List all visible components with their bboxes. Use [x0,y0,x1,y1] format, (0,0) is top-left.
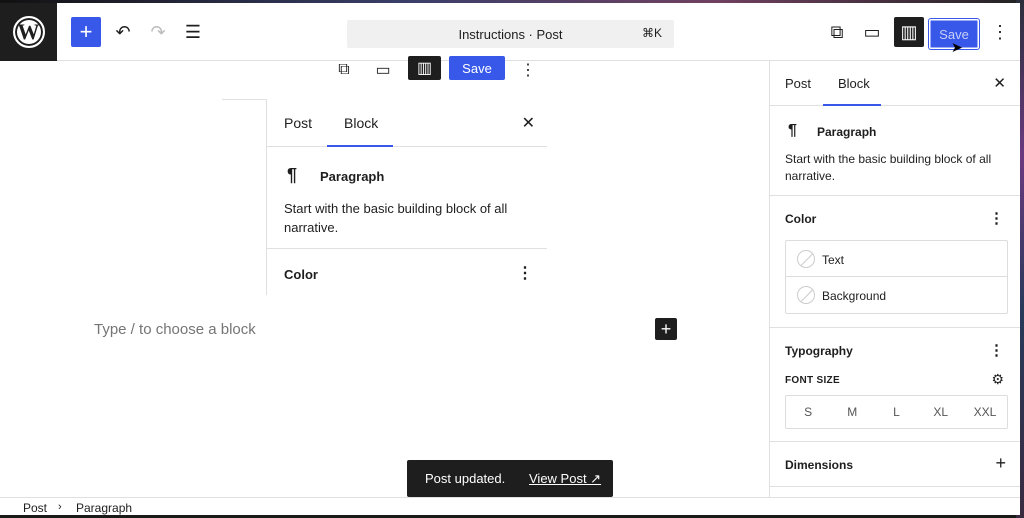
document-overview-button[interactable]: ☰ [178,17,208,47]
editor-window: W + ↶ ↷ ☰ Instructions · Post ⌘K ⧉ ▭ ▥ S… [0,3,1020,515]
settings-toggle-button[interactable]: ▥ [894,17,924,47]
embedded-tabs: Post Block ✕ [267,99,547,147]
color-item-label: Background [822,289,887,303]
tab-block[interactable]: Block [838,76,870,91]
view-post-link[interactable]: View Post ↗ [529,471,601,487]
color-panel-title: Color [785,212,817,226]
dimensions-panel: Dimensions + [770,442,1020,487]
font-size-label: FONT SIZE [785,375,840,386]
color-item-label: Text [822,253,845,267]
undo-icon: ↶ [115,21,131,42]
wordpress-logo[interactable]: W [0,3,57,61]
document-title: Instructions · Post [458,26,563,42]
external-link-icon: ⧉ [338,61,350,78]
font-size-m[interactable]: M [830,396,874,428]
desktop-preview-icon: ▭ [863,21,881,42]
view-post-button[interactable]: ⧉ [822,17,852,47]
breadcrumb-post[interactable]: Post [23,501,47,515]
empty-color-swatch-icon [797,286,815,304]
font-size-s[interactable]: S [786,396,830,428]
preview-button[interactable]: ▭ [857,17,887,47]
redo-button[interactable]: ↷ [143,17,173,47]
breadcrumb: Post › Paragraph [0,497,1020,515]
plus-icon: + [79,19,93,44]
tab-post[interactable]: Post [785,76,811,91]
inline-inserter-button[interactable]: + [655,318,677,340]
color-options-button[interactable]: ⋮ [989,209,1004,227]
typography-panel: Typography ⋮ FONT SIZE ⚙ S M L XL XXL [770,328,1020,442]
mouse-cursor-icon: ➤ [951,39,963,55]
empty-color-swatch-icon [797,250,815,268]
block-card: ¶ Paragraph Start with the basic buildin… [770,106,1020,196]
embedded-header-screenshot: ⧉ ▭ ▥ Save ⋮ [326,56,546,98]
color-item-background[interactable]: Background [786,277,1007,313]
sidebar-icon: ▥ [408,56,441,80]
sidebar-icon: ▥ [900,21,918,42]
color-list: Text Background [785,240,1008,314]
desktop-preview-icon: ▭ [375,62,391,79]
sidebar-tabs: Post Block ✕ [770,61,1020,106]
plus-icon: + [660,318,672,339]
more-vertical-icon: ⋮ [517,265,533,282]
typography-panel-title: Typography [785,344,853,358]
font-size-l[interactable]: L [874,396,918,428]
wordpress-w-icon: W [12,16,45,48]
font-size-picker: S M L XL XXL [785,395,1008,429]
more-vertical-icon: ⋮ [520,62,536,79]
chevron-right-icon: › [58,501,62,513]
color-panel: Color ⋮ Text Background [770,196,1020,328]
options-menu-button[interactable]: ⋮ [985,17,1015,47]
list-view-icon: ☰ [184,21,202,42]
redo-icon: ↷ [150,21,166,42]
block-description: Start with the basic building block of a… [785,152,992,183]
block-inserter-button[interactable]: + [71,17,101,47]
command-palette-bar[interactable]: Instructions · Post ⌘K [347,20,674,48]
font-size-xxl[interactable]: XXL [963,396,1007,428]
breadcrumb-paragraph[interactable]: Paragraph [76,501,132,515]
paragraph-icon: ¶ [788,122,797,139]
more-vertical-icon: ⋮ [991,21,1009,42]
undo-button[interactable]: ↶ [108,17,138,47]
snackbar-notice: Post updated. View Post ↗ [407,460,613,497]
color-item-text[interactable]: Text [786,241,1007,277]
embedded-color-title: Color [284,267,318,282]
embedded-block-description: Start with the basic building block of a… [284,201,508,235]
embedded-settings-screenshot: Post Block ✕ ¶ Paragraph Start with the … [266,99,547,295]
command-shortcut: ⌘K [641,26,662,40]
snackbar-message: Post updated. [425,471,506,486]
block-placeholder[interactable]: Type / to choose a block [94,321,256,338]
embedded-save-button: Save [449,56,505,80]
embedded-block-card: ¶ Paragraph Start with the basic buildin… [267,147,547,249]
dimensions-add-button[interactable]: + [995,453,1006,474]
typography-options-button[interactable]: ⋮ [989,341,1004,359]
close-sidebar-button[interactable]: ✕ [993,74,1006,92]
embedded-tab-post: Post [284,115,313,131]
external-link-icon: ⧉ [830,21,844,42]
block-title: Paragraph [817,125,877,139]
editor-header: W + ↶ ↷ ☰ Instructions · Post ⌘K ⧉ ▭ ▥ S… [0,3,1020,61]
settings-sidebar: Post Block ✕ ¶ Paragraph Start with the … [769,61,1020,497]
editor-canvas: ⧉ ▭ ▥ Save ⋮ Post Block ✕ ¶ Paragraph St… [0,56,769,497]
paragraph-icon: ¶ [287,165,298,185]
dimensions-panel-title: Dimensions [785,458,854,472]
custom-size-settings-icon[interactable]: ⚙ [991,371,1004,388]
font-size-xl[interactable]: XL [919,396,963,428]
close-icon: ✕ [521,115,535,132]
embedded-tab-block: Block [344,115,379,131]
embedded-block-title: Paragraph [320,169,385,184]
